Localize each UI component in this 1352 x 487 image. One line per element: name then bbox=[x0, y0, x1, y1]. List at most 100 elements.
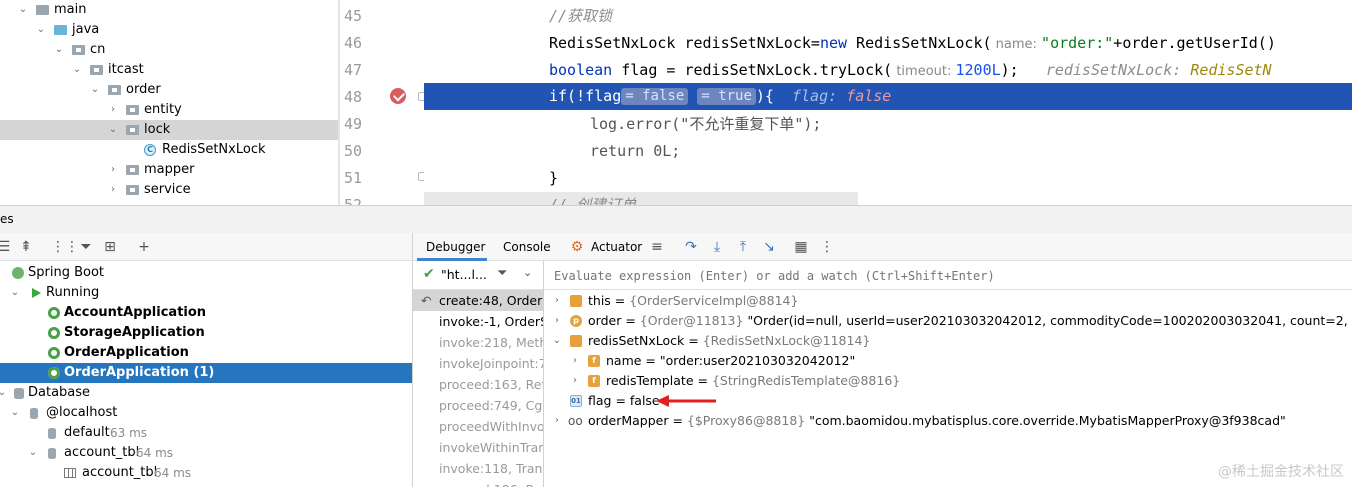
line-number: 51 bbox=[343, 169, 362, 187]
tree-item-service[interactable]: › service bbox=[0, 180, 338, 200]
service-item-accountapplication[interactable]: AccountApplication bbox=[0, 303, 412, 323]
frame-label: invoke:218, Metho bbox=[439, 335, 543, 350]
tab-debugger[interactable]: Debugger bbox=[417, 233, 487, 261]
chevron-right-icon[interactable]: › bbox=[108, 185, 118, 195]
frame-label: invoke:118, Transa bbox=[439, 461, 543, 476]
service-item-storageapplication[interactable]: StorageApplication bbox=[0, 323, 412, 343]
code-editor[interactable]: //获取锁 RedisSetNxLock redisSetNxLock=new … bbox=[424, 0, 1352, 205]
chevron-down-icon[interactable]: ⌄ bbox=[108, 125, 118, 135]
tab-actuator[interactable]: Actuator bbox=[591, 233, 642, 261]
frame-item[interactable]: ↶ create:48, OrderSe bbox=[413, 290, 543, 311]
expand-all-icon[interactable]: ☰ bbox=[0, 239, 12, 255]
service-item-database[interactable]: ⌄ Database bbox=[0, 383, 412, 403]
breakpoint-icon[interactable] bbox=[390, 88, 406, 104]
tree-item-redissetnxlock[interactable]: C RedisSetNxLock bbox=[0, 140, 338, 160]
tab-console[interactable]: Console bbox=[503, 233, 551, 261]
package-icon bbox=[126, 165, 139, 175]
variable-row[interactable]: ⌄ redisSetNxLock = {RedisSetNxLock@11814… bbox=[544, 331, 1352, 351]
service-item-running[interactable]: ⌄ Running bbox=[0, 283, 412, 303]
tree-item-main[interactable]: ⌄ main bbox=[0, 0, 338, 20]
frame-item[interactable]: invokeWithinTrans bbox=[413, 437, 543, 458]
variable-eq: = bbox=[693, 373, 712, 388]
chevron-down-icon[interactable]: ⌄ bbox=[90, 85, 100, 95]
variable-row[interactable]: › f name = "order:user202103032042012" bbox=[544, 351, 1352, 371]
collapse-all-icon[interactable]: ⇞ bbox=[18, 239, 34, 255]
code-string: "order:" bbox=[1041, 34, 1114, 52]
chevron-right-icon[interactable]: › bbox=[552, 316, 562, 326]
menu-icon[interactable]: ≡ bbox=[649, 239, 665, 255]
frame-item[interactable]: invoke:218, Metho bbox=[413, 332, 543, 353]
step-over-icon[interactable]: ↷ bbox=[683, 239, 699, 255]
tree-item-entity[interactable]: › entity bbox=[0, 100, 338, 120]
variable-row[interactable]: › oo orderMapper = {$Proxy86@8818} "com.… bbox=[544, 411, 1352, 431]
variable-value: "com.baomidou.mybatisplus.core.override.… bbox=[809, 413, 1286, 428]
variable-type: {RedisSetNxLock@11814} bbox=[702, 333, 871, 348]
chevron-down-icon[interactable]: ⌄ bbox=[72, 65, 82, 75]
chevron-down-icon[interactable]: ⌄ bbox=[28, 448, 38, 458]
run-icon bbox=[32, 288, 41, 298]
chevron-right-icon[interactable]: › bbox=[552, 416, 562, 426]
chevron-down-icon[interactable]: ⌄ bbox=[0, 388, 7, 398]
layout-icon[interactable]: ⋮ bbox=[819, 239, 835, 255]
frame-item[interactable]: proceedWithInvoc bbox=[413, 416, 543, 437]
group-icon[interactable]: ⋮⋮ bbox=[51, 239, 79, 255]
frame-item[interactable]: invoke:118, Transa bbox=[413, 458, 543, 479]
tree-item-java[interactable]: ⌄ java bbox=[0, 20, 338, 40]
variable-row[interactable]: 01 flag = false bbox=[544, 391, 1352, 411]
frame-item[interactable]: invokeJoinpoint:77 bbox=[413, 353, 543, 374]
tree-item-lock[interactable]: ⌄ lock bbox=[0, 120, 338, 140]
evaluate-expression-input[interactable] bbox=[552, 261, 1336, 291]
service-item-account-tbl-console[interactable]: account_tbl 64 ms bbox=[0, 463, 412, 483]
chevron-right-icon[interactable]: › bbox=[570, 356, 580, 366]
add-service-icon[interactable]: + bbox=[136, 239, 152, 255]
service-item-default[interactable]: default 63 ms bbox=[0, 423, 412, 443]
new-tab-icon[interactable]: ⊞ bbox=[102, 239, 118, 255]
chevron-down-icon[interactable]: ⌄ bbox=[36, 25, 46, 35]
tree-item-itcast[interactable]: ⌄ itcast bbox=[0, 60, 338, 80]
variable-row[interactable]: › f redisTemplate = {StringRedisTemplate… bbox=[544, 371, 1352, 391]
chevron-down-icon[interactable]: ⌄ bbox=[10, 408, 20, 418]
chevron-right-icon[interactable]: › bbox=[108, 105, 118, 115]
frames-toolbar: ✔ "ht...l... ⏷ ⌄ bbox=[413, 261, 543, 290]
frame-item[interactable]: proceed:186, Refle bbox=[413, 479, 543, 487]
filter-icon[interactable]: ⏷ bbox=[497, 266, 507, 281]
chevron-right-icon[interactable]: › bbox=[108, 165, 118, 175]
frame-item[interactable]: proceed:163, Refle bbox=[413, 374, 543, 395]
service-item-orderapplication-1[interactable]: OrderApplication (1) bbox=[0, 363, 412, 383]
run-to-cursor-icon[interactable]: ↘ bbox=[761, 239, 777, 255]
chevron-down-icon[interactable]: ⌄ bbox=[18, 5, 28, 15]
inline-value-chip[interactable]: = true bbox=[697, 88, 756, 105]
line-number: 46 bbox=[343, 34, 362, 52]
filter-icon[interactable]: ⏷ bbox=[78, 239, 94, 255]
tree-item-mapper[interactable]: › mapper bbox=[0, 160, 338, 180]
tree-item-order[interactable]: ⌄ order bbox=[0, 80, 338, 100]
variable-eq: = bbox=[610, 293, 630, 308]
field-icon: f bbox=[588, 375, 600, 387]
step-into-icon[interactable]: ⤓ bbox=[709, 239, 725, 255]
chevron-down-icon[interactable]: ⌄ bbox=[54, 45, 64, 55]
chevron-down-icon[interactable]: ⌄ bbox=[552, 336, 562, 346]
chevron-right-icon[interactable]: › bbox=[570, 376, 580, 386]
service-item-localhost[interactable]: ⌄ @localhost bbox=[0, 403, 412, 423]
variable-eq: = bbox=[611, 393, 630, 408]
inline-value-chip[interactable]: = false bbox=[621, 88, 689, 105]
variable-row[interactable]: › this = {OrderServiceImpl@8814} bbox=[544, 291, 1352, 311]
chevron-right-icon[interactable]: › bbox=[552, 296, 562, 306]
variable-row[interactable]: › p order = {Order@11813} "Order(id=null… bbox=[544, 311, 1352, 331]
chevron-down-icon[interactable]: ⌄ bbox=[10, 288, 20, 298]
spring-app-icon bbox=[48, 307, 60, 319]
chevron-down-icon[interactable]: ⌄ bbox=[523, 266, 532, 279]
package-icon bbox=[108, 85, 121, 95]
service-item-account-tbl[interactable]: ⌄ account_tbl 64 ms bbox=[0, 443, 412, 463]
source-folder-icon bbox=[54, 25, 67, 35]
thread-selector[interactable]: "ht...l... bbox=[441, 267, 487, 282]
service-item-orderapplication[interactable]: OrderApplication bbox=[0, 343, 412, 363]
frame-item[interactable]: invoke:-1, OrderSe bbox=[413, 311, 543, 332]
services-panel-title: es bbox=[0, 212, 14, 226]
tree-item-cn[interactable]: ⌄ cn bbox=[0, 40, 338, 60]
step-out-icon[interactable]: ⤒ bbox=[735, 239, 751, 255]
frame-item[interactable]: proceed:749, Cglib bbox=[413, 395, 543, 416]
evaluate-icon[interactable]: ▦ bbox=[793, 239, 809, 255]
service-label: account_tbl bbox=[64, 445, 140, 460]
service-item-spring-boot[interactable]: Spring Boot bbox=[0, 263, 412, 283]
